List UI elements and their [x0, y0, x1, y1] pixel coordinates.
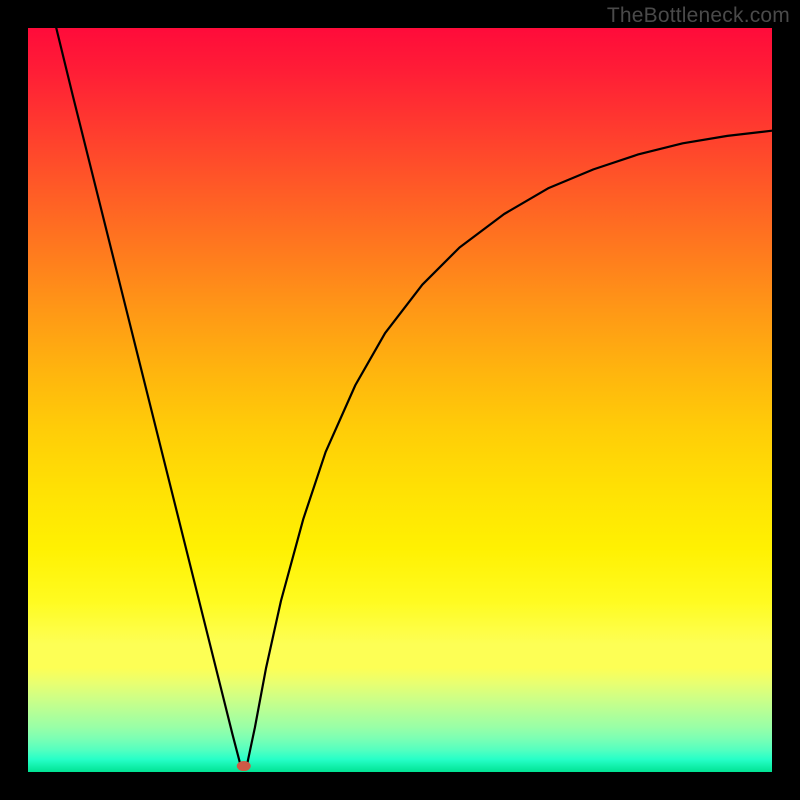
curve-left-branch [56, 28, 241, 766]
plot-area [28, 28, 772, 772]
chart-frame: TheBottleneck.com [0, 0, 800, 800]
curve-right-branch [247, 131, 772, 766]
bottleneck-curve [28, 28, 772, 772]
curve-minimum-marker [237, 761, 251, 771]
watermark-text: TheBottleneck.com [607, 4, 790, 28]
